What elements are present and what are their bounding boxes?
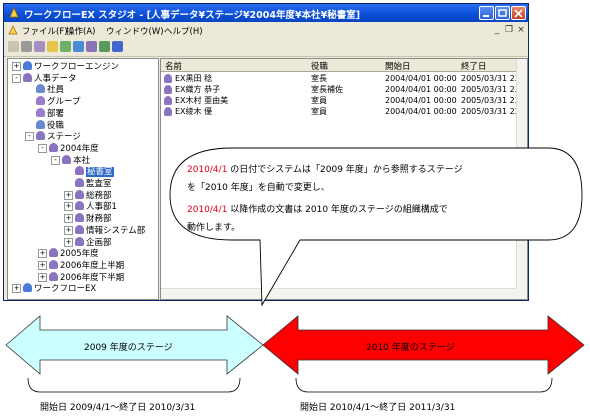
right-arrow-label: 2010 年度のステージ [366,343,455,353]
right-range-text: 開始日 2010/4/1～終了日 2011/3/31 [300,403,456,413]
left-arrow-label: 2009 年度のステージ [84,343,173,353]
stage-arrows [5,315,585,393]
left-range-text: 開始日 2009/4/1～終了日 2010/3/31 [40,403,196,413]
right-range-bracket [295,377,553,393]
left-range-bracket [27,377,241,393]
